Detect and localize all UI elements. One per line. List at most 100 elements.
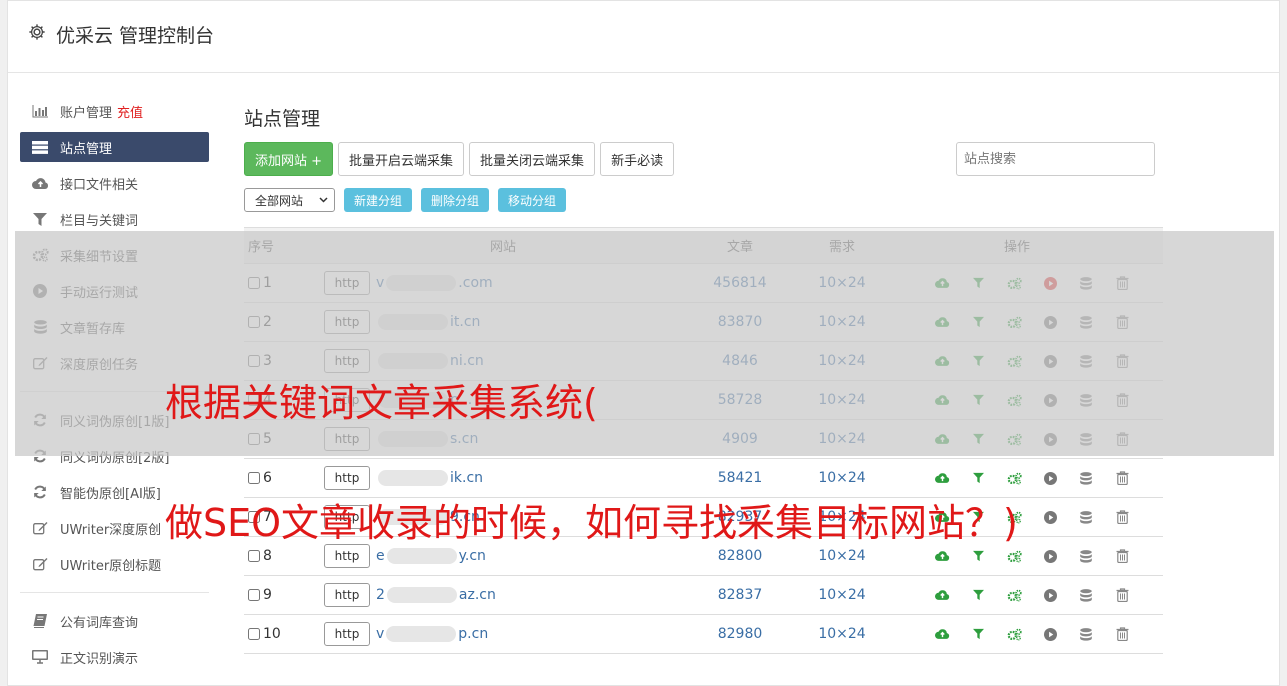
database-icon[interactable] [1068,470,1104,486]
row-actions [924,615,1140,653]
gear-icon [29,24,45,40]
top-header: 优采云 管理控制台 [8,1,1279,73]
sidebar-item-1[interactable]: 站点管理 [20,132,209,162]
book-icon [31,614,49,628]
redacted-domain [386,626,457,642]
add-site-button[interactable]: 添加网站 + [244,142,334,176]
play-circle-icon[interactable] [1032,509,1068,525]
sidebar-item-0[interactable]: 账户管理 充值 [20,93,209,129]
filter-icon [31,212,49,226]
cogs-icon[interactable] [996,548,1032,564]
row-number-cell: 9 [248,576,272,614]
row-actions [924,576,1140,614]
site-suffix[interactable]: p.cn [458,626,488,642]
redacted-domain [386,548,457,564]
filter-icon[interactable] [960,548,996,564]
sidebar-item-label: 账户管理 [60,105,113,121]
redacted-domain [386,587,457,603]
cloud-upload-icon[interactable] [924,587,960,603]
database-icon[interactable] [1068,548,1104,564]
sidebar-item-14[interactable]: 正文识别演示 [20,639,209,675]
row-number-cell: 10 [248,615,281,653]
database-icon[interactable] [1068,509,1104,525]
sidebar-item-label: 接口文件相关 [60,177,139,193]
play-circle-icon[interactable] [1032,470,1068,486]
cloud-upload-icon[interactable] [924,470,960,486]
http-badge[interactable]: http [324,466,370,490]
watermark-line-2: 做SEO文章收录的时候，如何寻找采集目标网站？) [165,501,1018,545]
site-prefix[interactable]: v [376,626,384,642]
trash-icon[interactable] [1104,509,1140,525]
row-checkbox[interactable] [248,472,260,484]
recharge-link[interactable]: 充值 [117,102,143,121]
sidebar-item-label: 站点管理 [60,141,113,157]
sidebar-item-label: 栏目与关键词 [60,213,139,229]
group-select[interactable]: 全部网站 [244,188,335,212]
database-icon[interactable] [1068,626,1104,642]
watermark-line-1: 根据关键词文章采集系统( [165,381,598,425]
article-count[interactable]: 82837 [702,576,778,614]
site-suffix[interactable]: az.cn [459,587,496,603]
page-title: 站点管理 [244,108,321,130]
sidebar-item-2[interactable]: 接口文件相关 [20,165,209,201]
cogs-icon[interactable] [996,626,1032,642]
filter-icon[interactable] [960,626,996,642]
http-badge[interactable]: http [324,583,370,607]
sidebar-item-12[interactable]: UWriter原创标题 [20,546,209,582]
console-title: 优采云 管理控制台 [56,25,215,47]
row-checkbox[interactable] [248,550,260,562]
filter-icon[interactable] [960,587,996,603]
database-icon[interactable] [1068,587,1104,603]
table-row: 9 http 2 az.cn 82837 10×24 [244,576,1163,615]
group-toolbar: 全部网站 新建分组 删除分组 移动分组 [244,188,567,212]
http-badge[interactable]: http [324,544,370,568]
cloud-upload-icon[interactable] [924,626,960,642]
trash-icon[interactable] [1104,587,1140,603]
sidebar-item-13[interactable]: 公有词库查询 [20,603,209,639]
play-circle-icon[interactable] [1032,626,1068,642]
sidebar-item-label: 公有词库查询 [60,615,139,631]
cogs-icon[interactable] [996,470,1032,486]
site-prefix[interactable]: e [376,548,385,564]
demand-value[interactable]: 10×24 [804,615,880,653]
site-suffix[interactable]: y.cn [459,548,486,564]
group-select-value: 全部网站 [255,193,304,208]
batch-open-cloud-button[interactable]: 批量开启云端采集 [338,142,465,176]
site-search-input[interactable] [956,142,1155,176]
bar-chart-icon [31,104,49,118]
server-icon [31,140,49,154]
play-circle-icon[interactable] [1032,548,1068,564]
cloud-upload-icon[interactable] [924,548,960,564]
sidebar-item-label: 正文识别演示 [60,651,139,667]
http-badge[interactable]: http [324,622,370,646]
monitor-icon [31,650,49,664]
row-checkbox[interactable] [248,589,260,601]
cogs-icon[interactable] [996,587,1032,603]
trash-icon[interactable] [1104,470,1140,486]
redacted-domain [378,470,448,486]
row-number: 9 [263,587,272,603]
site-cell: http v p.cn [324,615,488,653]
newbie-guide-button[interactable]: 新手必读 [600,142,675,176]
delete-group-button[interactable]: 删除分组 [421,188,490,212]
action-toolbar: 添加网站 + 批量开启云端采集 批量关闭云端采集 新手必读 [244,142,675,176]
trash-icon[interactable] [1104,548,1140,564]
trash-icon[interactable] [1104,626,1140,642]
sidebar-item-label: UWriter深度原创 [60,522,162,538]
sidebar-item-label: UWriter原创标题 [60,558,162,574]
chevron-down-icon [319,197,328,203]
site-suffix[interactable]: ik.cn [450,470,483,486]
batch-close-cloud-button[interactable]: 批量关闭云端采集 [469,142,596,176]
article-count[interactable]: 82980 [702,615,778,653]
move-group-button[interactable]: 移动分组 [498,188,567,212]
filter-icon[interactable] [960,470,996,486]
refresh-icon [31,485,49,499]
edit-icon [31,521,49,535]
new-group-button[interactable]: 新建分组 [344,188,413,212]
site-prefix[interactable]: 2 [376,587,385,603]
play-circle-icon[interactable] [1032,587,1068,603]
demand-value[interactable]: 10×24 [804,576,880,614]
edit-icon [31,557,49,571]
row-checkbox[interactable] [248,628,260,640]
sidebar-divider [20,592,209,593]
